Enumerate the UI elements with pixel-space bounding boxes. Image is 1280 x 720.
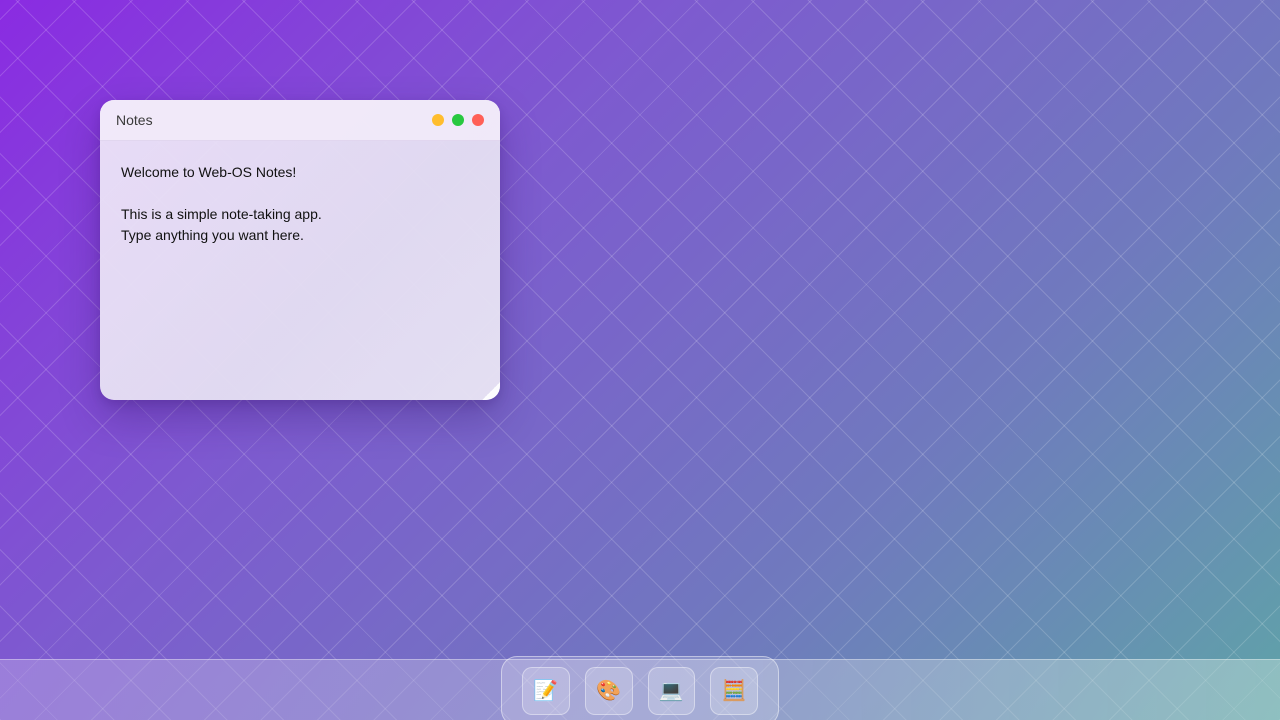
palette-icon: 🎨 <box>596 680 622 702</box>
note-editor[interactable]: Welcome to Web-OS Notes! This is a simpl… <box>100 141 500 400</box>
maximize-button[interactable] <box>452 114 464 126</box>
abacus-icon: 🧮 <box>721 680 747 702</box>
desktop: Notes Welcome to Web-OS Notes! This is a… <box>0 0 1280 720</box>
dock-item-calculator[interactable]: 🧮 <box>710 667 758 715</box>
dock-item-paint[interactable]: 🎨 <box>584 667 633 715</box>
close-button[interactable] <box>472 114 484 126</box>
window-title: Notes <box>116 112 153 128</box>
window-controls <box>432 114 484 126</box>
dock-item-terminal[interactable]: 💻 <box>647 667 696 715</box>
memo-icon: 📝 <box>533 680 559 702</box>
minimize-button[interactable] <box>432 114 444 126</box>
window-titlebar[interactable]: Notes <box>100 100 500 141</box>
resize-handle[interactable] <box>482 382 500 400</box>
dock: 📝 🎨 💻 🧮 <box>501 656 779 720</box>
notes-window[interactable]: Notes Welcome to Web-OS Notes! This is a… <box>100 100 500 400</box>
laptop-icon: 💻 <box>658 680 684 702</box>
dock-item-notes[interactable]: 📝 <box>522 667 570 715</box>
